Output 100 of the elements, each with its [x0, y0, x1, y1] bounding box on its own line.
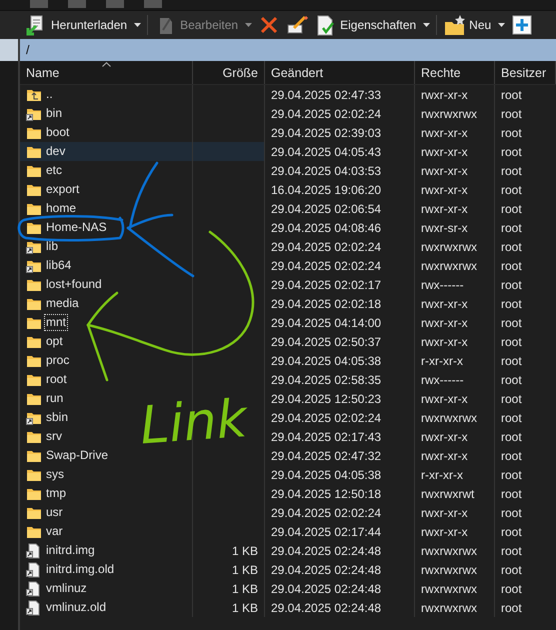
permissions: rwxr-xr-x: [421, 126, 468, 140]
toolbar-icon[interactable]: [30, 0, 48, 8]
owner: root: [501, 486, 522, 500]
permissions: rwxrwxrwx: [421, 544, 477, 558]
toolbar-icon[interactable]: [144, 0, 162, 8]
permissions: rwxrwxrwx: [421, 600, 477, 614]
file-name[interactable]: opt: [45, 334, 64, 349]
owner: root: [501, 240, 522, 254]
owner: root: [501, 506, 522, 520]
file-name[interactable]: srv: [45, 429, 63, 444]
file-name[interactable]: lib: [45, 239, 60, 254]
modified-date: 29.04.2025 02:39:03: [271, 126, 382, 140]
file-name[interactable]: media: [45, 296, 80, 311]
file-name[interactable]: var: [45, 524, 64, 539]
file-name[interactable]: tmp: [45, 486, 68, 501]
column-header[interactable]: Geändert: [265, 61, 415, 84]
owner: root: [501, 164, 522, 178]
permissions: rwxr-xr-x: [421, 392, 468, 406]
permissions: rwxrwxrwx: [421, 582, 477, 596]
file-name[interactable]: proc: [45, 353, 70, 368]
file-shortcut-icon: [26, 580, 42, 596]
file-name[interactable]: sys: [45, 467, 65, 482]
permissions: rwxr-xr-x: [421, 164, 468, 178]
modified-date: 29.04.2025 02:02:24: [271, 506, 382, 520]
modified-date: 29.04.2025 02:02:17: [271, 278, 382, 292]
file-name[interactable]: vmlinuz.old: [45, 600, 108, 615]
modified-date: 29.04.2025 12:50:18: [271, 486, 382, 500]
file-name[interactable]: run: [45, 391, 64, 406]
column-header[interactable]: Name: [20, 61, 193, 84]
permissions: rwxrwxrwx: [421, 106, 477, 120]
file-name[interactable]: Swap-Drive: [45, 448, 110, 463]
permissions: rwxr-xr-x: [421, 334, 468, 348]
permissions: rwx------: [421, 278, 464, 292]
modified-date: 29.04.2025 02:47:32: [271, 448, 382, 462]
download-button[interactable]: Herunterladen: [22, 13, 144, 37]
modified-date: 29.04.2025 02:47:33: [271, 88, 382, 102]
column-header[interactable]: Besitzer: [495, 61, 556, 84]
modified-date: 29.04.2025 02:17:43: [271, 430, 382, 444]
owner: root: [501, 354, 522, 368]
modified-date: 29.04.2025 04:14:00: [271, 316, 382, 330]
new-folder-button[interactable]: Neu: [440, 13, 508, 37]
owner: root: [501, 106, 522, 120]
owner: root: [501, 126, 522, 140]
file-size: 1 KB: [232, 582, 258, 596]
file-name[interactable]: Home-NAS: [45, 220, 108, 235]
owner: root: [501, 524, 522, 538]
column-header[interactable]: Rechte: [415, 61, 495, 84]
properties-button[interactable]: Eigenschaften: [311, 13, 434, 37]
caret-icon: [423, 23, 430, 27]
permissions: rwxr-xr-x: [421, 506, 468, 520]
path-bar[interactable]: /: [20, 39, 556, 61]
rename-icon: [286, 14, 308, 36]
panel-path-bar: [0, 39, 18, 61]
file-name[interactable]: mnt: [45, 315, 68, 330]
owner: root: [501, 258, 522, 272]
caret-icon: [134, 23, 142, 27]
file-name[interactable]: sbin: [45, 410, 70, 425]
caret-icon: [498, 23, 506, 27]
modified-date: 29.04.2025 02:02:18: [271, 296, 382, 310]
modified-date: 29.04.2025 02:24:48: [271, 600, 382, 614]
file-name[interactable]: usr: [45, 505, 64, 520]
file-name[interactable]: lib64: [45, 258, 72, 273]
owner: root: [501, 448, 522, 462]
owner: root: [501, 296, 522, 310]
caret-icon: [245, 23, 252, 27]
file-name[interactable]: ..: [45, 87, 54, 102]
permissions: rwxr-xr-x: [421, 524, 468, 538]
modified-date: 29.04.2025 02:02:24: [271, 410, 382, 424]
column-header[interactable]: Größe: [193, 61, 265, 84]
file-name[interactable]: initrd.img.old: [45, 562, 116, 577]
file-name[interactable]: etc: [45, 163, 64, 178]
file-name[interactable]: bin: [45, 106, 64, 121]
owner: root: [501, 600, 522, 614]
file-name[interactable]: export: [45, 182, 80, 197]
file-name[interactable]: home: [45, 201, 78, 216]
toolbar-icon[interactable]: [106, 0, 124, 8]
new-folder-icon: [443, 14, 466, 36]
file-name[interactable]: dev: [45, 144, 66, 159]
modified-date: 29.04.2025 02:50:37: [271, 334, 382, 348]
file-name[interactable]: boot: [45, 125, 70, 140]
permissions: rwxr-xr-x: [421, 144, 468, 158]
modified-date: 29.04.2025 04:08:46: [271, 220, 382, 234]
permissions: rwxr-xr-x: [421, 316, 468, 330]
file-name[interactable]: vmlinuz: [45, 581, 88, 596]
modified-date: 29.04.2025 12:50:23: [271, 392, 382, 406]
permissions: rwxrwxrwx: [421, 410, 477, 424]
toolbar-icon[interactable]: [68, 0, 86, 8]
modified-date: 29.04.2025 04:03:53: [271, 164, 382, 178]
permissions: rwxr-xr-x: [421, 448, 468, 462]
modified-date: 29.04.2025 02:02:24: [271, 240, 382, 254]
file-name[interactable]: root: [45, 372, 68, 387]
owner: root: [501, 392, 522, 406]
file-name[interactable]: lost+found: [45, 277, 103, 292]
add-icon: [511, 14, 534, 36]
permissions: rwxrwxrwx: [421, 562, 477, 576]
permissions: rwxr-xr-x: [421, 88, 468, 102]
file-size: 1 KB: [232, 544, 258, 558]
permissions: rwxr-xr-x: [421, 296, 468, 310]
file-name[interactable]: initrd.img: [45, 543, 96, 558]
owner: root: [501, 582, 522, 596]
